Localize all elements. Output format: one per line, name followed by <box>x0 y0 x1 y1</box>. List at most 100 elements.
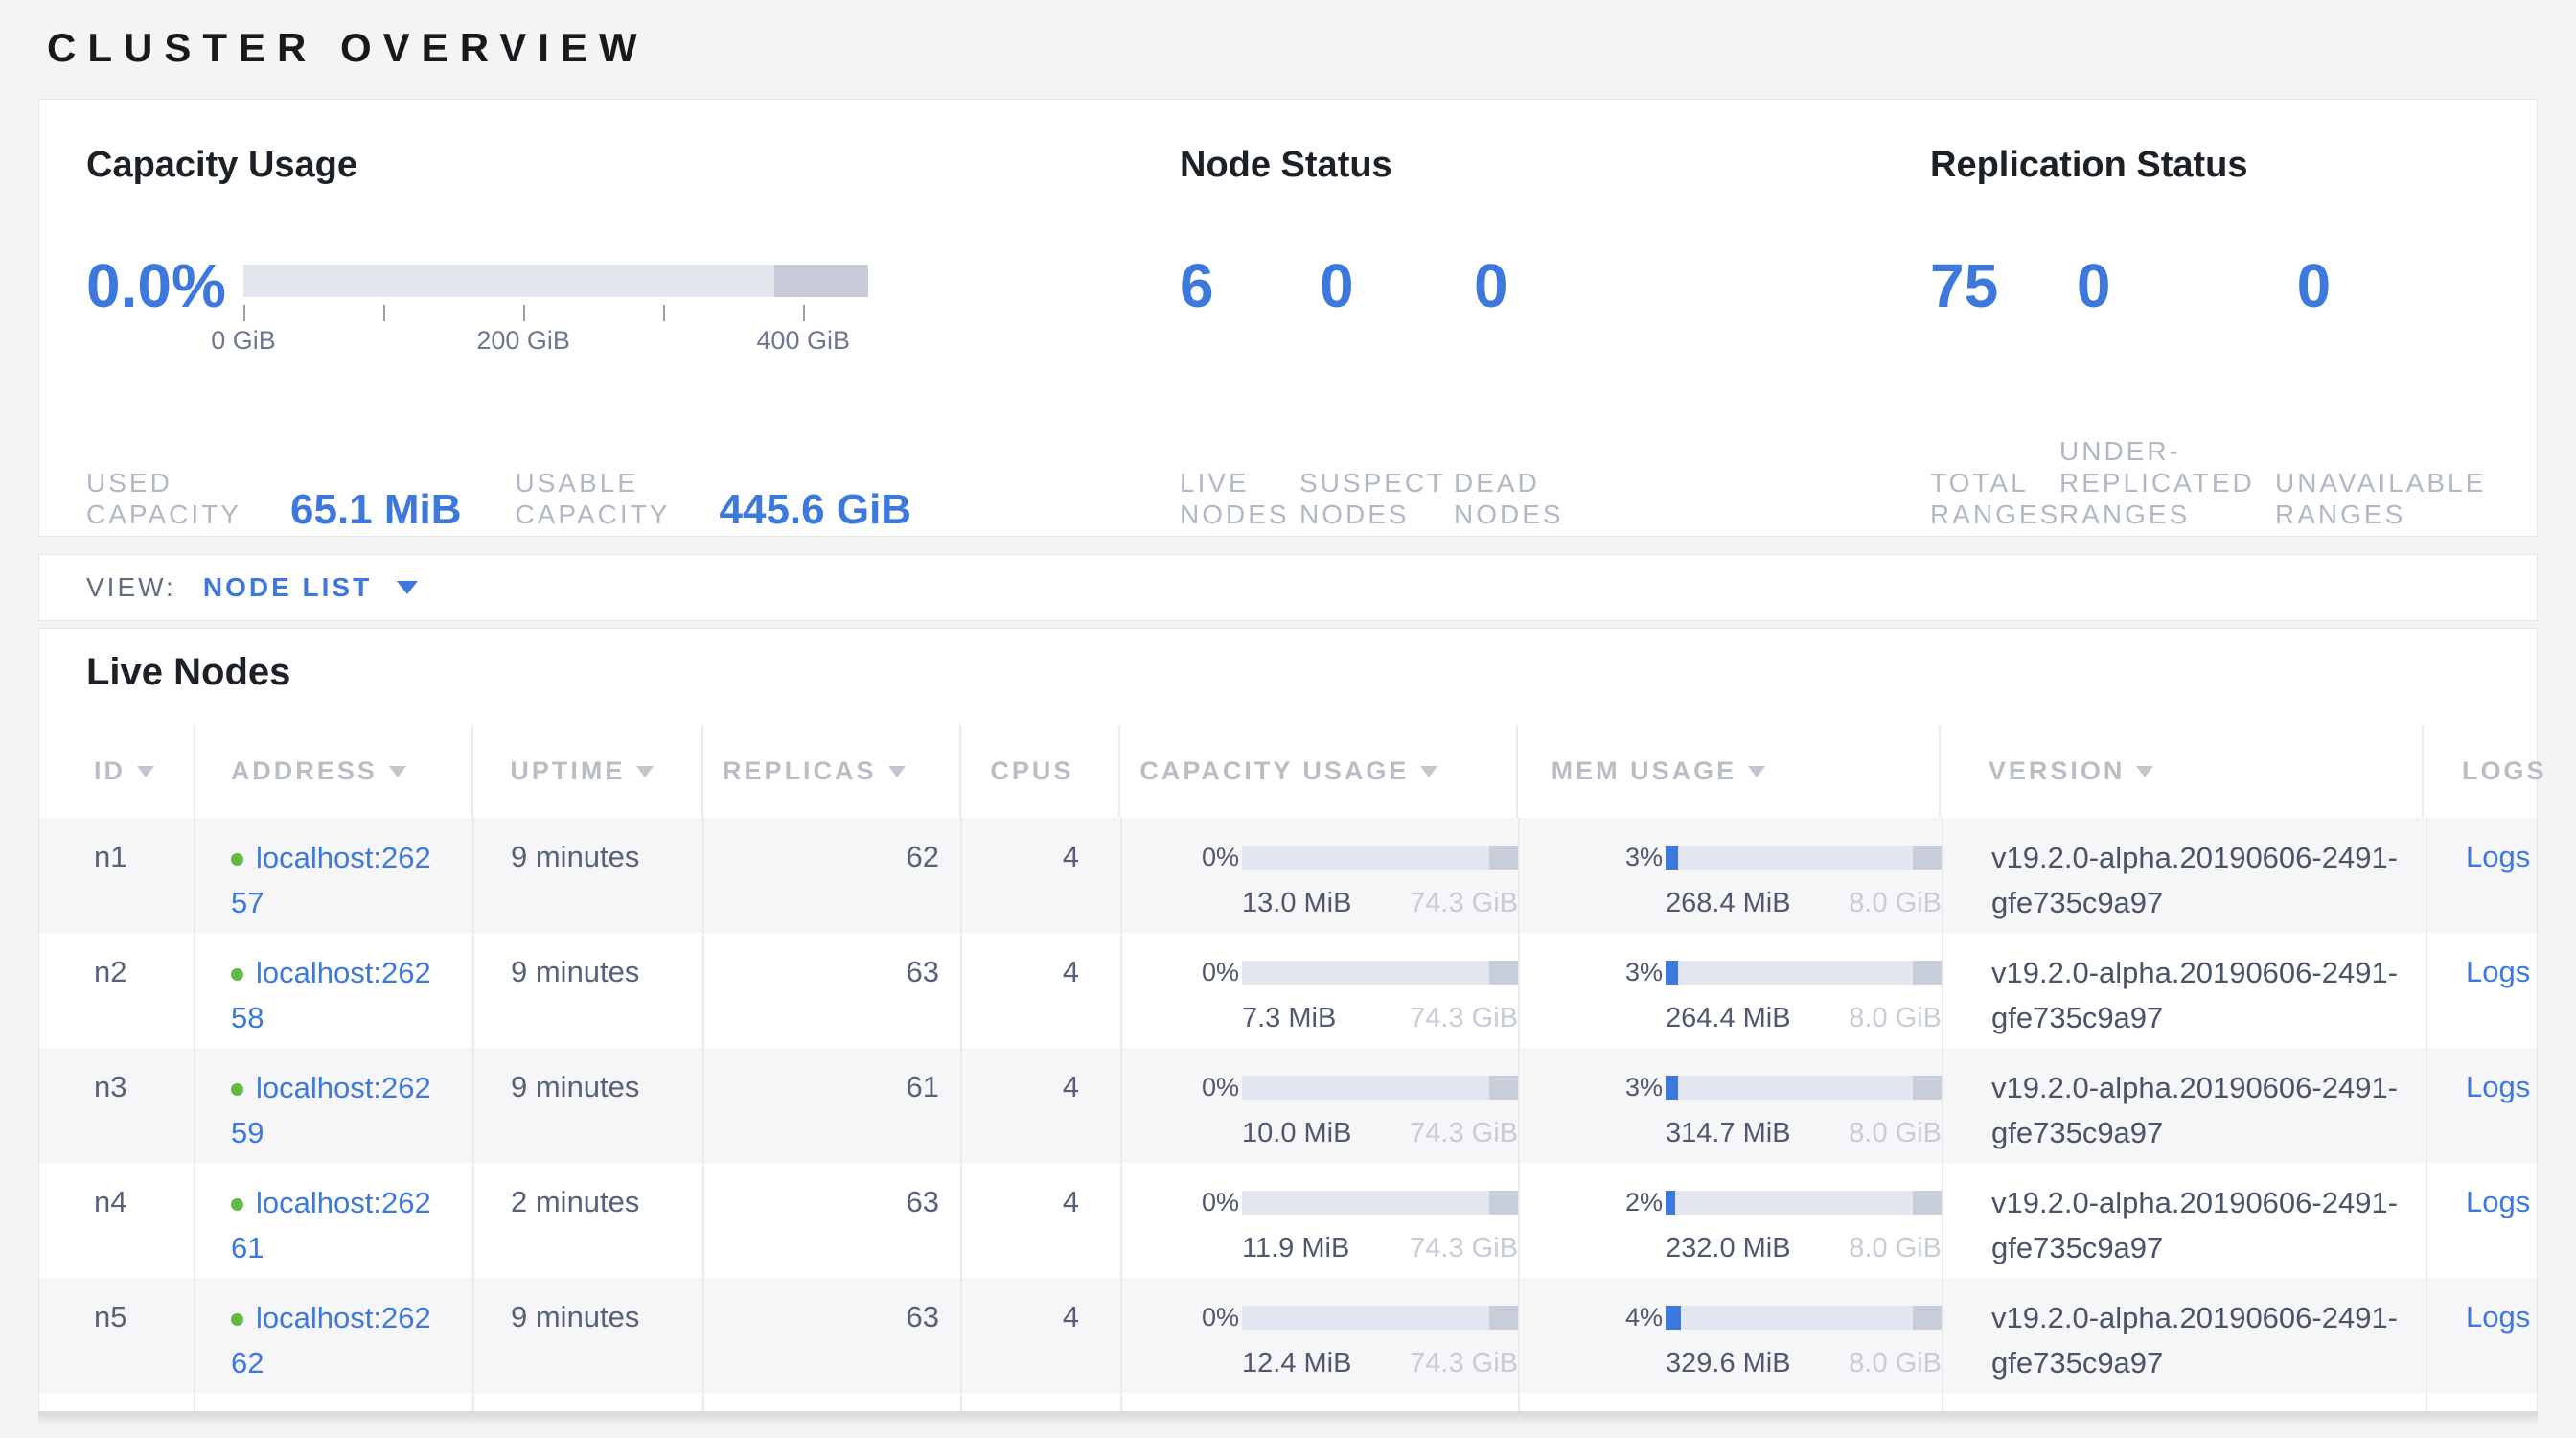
sort-desc-icon <box>137 766 154 777</box>
capacity-usage-gauge: 0%7.3 MiB74.3 GiB <box>1202 950 1518 1035</box>
node-id-cell: n3 <box>39 1048 194 1163</box>
scroll-shadow <box>38 1411 2538 1426</box>
node-replicas-cell: 61 <box>702 1048 960 1163</box>
summary-stat-label: UNAVAILABLE RANGES <box>2275 467 2515 530</box>
view-label: VIEW: <box>86 572 176 603</box>
memory-bar-reserved-segment <box>1913 1076 1942 1100</box>
view-selector-bar: VIEW: NODE LIST <box>38 554 2538 621</box>
node-memory-cell: 4%329.6 MiB8.0 GiB <box>1518 1278 1942 1393</box>
node-address-link[interactable]: localhost:26262 <box>231 1301 431 1380</box>
summary-stat-value: 75 <box>1930 255 2077 316</box>
sort-desc-icon <box>636 766 654 777</box>
node-logs-link[interactable]: Logs <box>2466 1185 2530 1218</box>
summary-stat-value: 0 <box>1320 255 1474 316</box>
memory-total-value: 8.0 GiB <box>1849 1117 1942 1150</box>
table-header-row: IDADDRESSUPTIMEREPLICASCPUSCAPACITY USAG… <box>39 725 2537 818</box>
node-address-cell: localhost:26257 <box>194 818 472 933</box>
node-memory-cell: 3%314.7 MiB8.0 GiB <box>1518 1048 1942 1163</box>
node-logs-cell: Logs <box>2426 1048 2537 1163</box>
column-header-memory[interactable]: MEM USAGE <box>1516 725 1939 818</box>
node-version-text: v19.2.0-alpha.20190606-2491-gfe735c9a97 <box>1991 1065 2402 1155</box>
memory-used-value: 268.4 MiB <box>1666 887 1791 920</box>
node-memory-cell: 2%232.0 MiB8.0 GiB <box>1518 1163 1942 1278</box>
capacity-bar-reserved-segment <box>1489 1076 1518 1100</box>
node-cpus-cell: 4 <box>960 1048 1120 1163</box>
capacity-usage-percent: 0% <box>1202 950 1242 994</box>
summary-stat: USED CAPACITY65.1 MiB <box>86 467 462 530</box>
node-version-cell: v19.2.0-alpha.20190606-2491-gfe735c9a97 <box>1942 1048 2426 1163</box>
capacity-used-value: 7.3 MiB <box>1242 1002 1336 1035</box>
memory-bar-used-segment <box>1666 961 1678 985</box>
capacity-bar-axis: 0 GiB200 GiB400 GiB <box>243 297 868 359</box>
node-logs-link[interactable]: Logs <box>2466 955 2530 988</box>
capacity-usage-bar <box>1242 1306 1518 1330</box>
column-header-capacity[interactable]: CAPACITY USAGE <box>1118 725 1515 818</box>
node-address-link[interactable]: localhost:26258 <box>231 956 431 1034</box>
node-capacity-cell: 0%12.4 MiB74.3 GiB <box>1120 1278 1518 1393</box>
node-id-cell: n2 <box>39 933 194 1048</box>
column-header-replicas[interactable]: REPLICAS <box>702 725 959 818</box>
capacity-used-value: 13.0 MiB <box>1242 887 1351 920</box>
node-version-cell: v19.2.0-alpha.20190606-2491-gfe735c9a97 <box>1942 933 2426 1048</box>
cluster-overview-page: CLUSTER OVERVIEW Capacity Usage 0.0% 0 G… <box>0 0 2576 1438</box>
summary-stat-label: LIVE NODES <box>1180 467 1300 530</box>
node-replicas-cell: 62 <box>702 818 960 933</box>
node-logs-link[interactable]: Logs <box>2466 840 2530 873</box>
node-address-cell: localhost:26258 <box>194 933 472 1048</box>
memory-bar-reserved-segment <box>1913 1306 1942 1330</box>
table-row: n4localhost:262612 minutes6340%11.9 MiB7… <box>39 1163 2537 1278</box>
axis-tick-mark <box>243 305 245 321</box>
node-live-status-icon <box>231 968 243 981</box>
view-dropdown[interactable]: NODE LIST <box>203 572 418 603</box>
node-logs-cell: Logs <box>2426 1163 2537 1278</box>
column-header-uptime[interactable]: UPTIME <box>472 725 702 818</box>
table-body: n1localhost:262579 minutes6240%13.0 MiB7… <box>39 818 2537 1412</box>
node-live-status-icon <box>231 1083 243 1096</box>
memory-usage-percent: 3% <box>1625 835 1666 879</box>
node-memory-cell: 3%264.4 MiB8.0 GiB <box>1518 933 1942 1048</box>
replication-status-title: Replication Status <box>1930 144 2524 188</box>
memory-usage-gauge: 2%232.0 MiB8.0 GiB <box>1625 1180 1942 1265</box>
memory-used-value: 264.4 MiB <box>1666 1002 1791 1035</box>
node-cpus-cell: 4 <box>960 933 1120 1048</box>
summary-stat-label: SUSPECT NODES <box>1300 467 1454 530</box>
capacity-used-value: 11.9 MiB <box>1242 1232 1349 1265</box>
memory-total-value: 8.0 GiB <box>1849 887 1942 920</box>
sort-desc-icon <box>1420 766 1438 777</box>
node-version-cell: v19.2.0-alpha.20190606-2491-gfe735c9a97 <box>1942 818 2426 933</box>
memory-bar-used-segment <box>1666 1076 1678 1100</box>
node-logs-link[interactable]: Logs <box>2466 1070 2530 1103</box>
node-logs-cell: Logs <box>2426 933 2537 1048</box>
capacity-usage-percent: 0% <box>1202 1180 1242 1224</box>
node-live-status-icon <box>231 1198 243 1211</box>
axis-tick-mark <box>523 305 525 321</box>
capacity-total-value: 74.3 GiB <box>1410 1347 1518 1380</box>
memory-used-value: 329.6 MiB <box>1666 1347 1791 1380</box>
column-header-label: REPLICAS <box>723 756 877 786</box>
capacity-usage-percent: 0% <box>1202 835 1242 879</box>
node-uptime-cell: 9 minutes <box>472 1278 702 1393</box>
node-logs-link[interactable]: Logs <box>2466 1300 2530 1334</box>
summary-stat: USABLE CAPACITY445.6 GiB <box>516 467 912 530</box>
chevron-down-icon <box>397 581 418 594</box>
node-memory-cell: 3%268.4 MiB 8.0 GiB <box>1518 818 1942 933</box>
memory-usage-percent: 3% <box>1625 1065 1666 1109</box>
node-address-link[interactable]: localhost:26257 <box>231 841 431 919</box>
capacity-usage-gauge: 0%11.9 MiB74.3 GiB <box>1202 1180 1518 1265</box>
capacity-bar <box>243 265 868 297</box>
memory-bar-used-segment <box>1666 846 1678 870</box>
memory-bar-used-segment <box>1666 1191 1675 1215</box>
node-replicas-cell: 63 <box>702 1163 960 1278</box>
table-row: n1localhost:262579 minutes6240%13.0 MiB7… <box>39 818 2537 933</box>
summary-stat-value: 0 <box>2297 255 2524 316</box>
capacity-usage-percent: 0% <box>1202 1295 1242 1339</box>
memory-used-value: 232.0 MiB <box>1666 1232 1791 1265</box>
node-address-link[interactable]: localhost:26261 <box>231 1186 431 1264</box>
node-capacity-cell: 0%7.3 MiB74.3 GiB <box>1120 933 1518 1048</box>
column-header-address[interactable]: ADDRESS <box>194 725 472 818</box>
column-header-id[interactable]: ID <box>39 725 194 818</box>
column-header-version[interactable]: VERSION <box>1939 725 2422 818</box>
replication-status-values: 7500 <box>1930 255 2524 316</box>
summary-stat-label: DEAD NODES <box>1454 467 1607 530</box>
node-address-link[interactable]: localhost:26259 <box>231 1071 431 1149</box>
